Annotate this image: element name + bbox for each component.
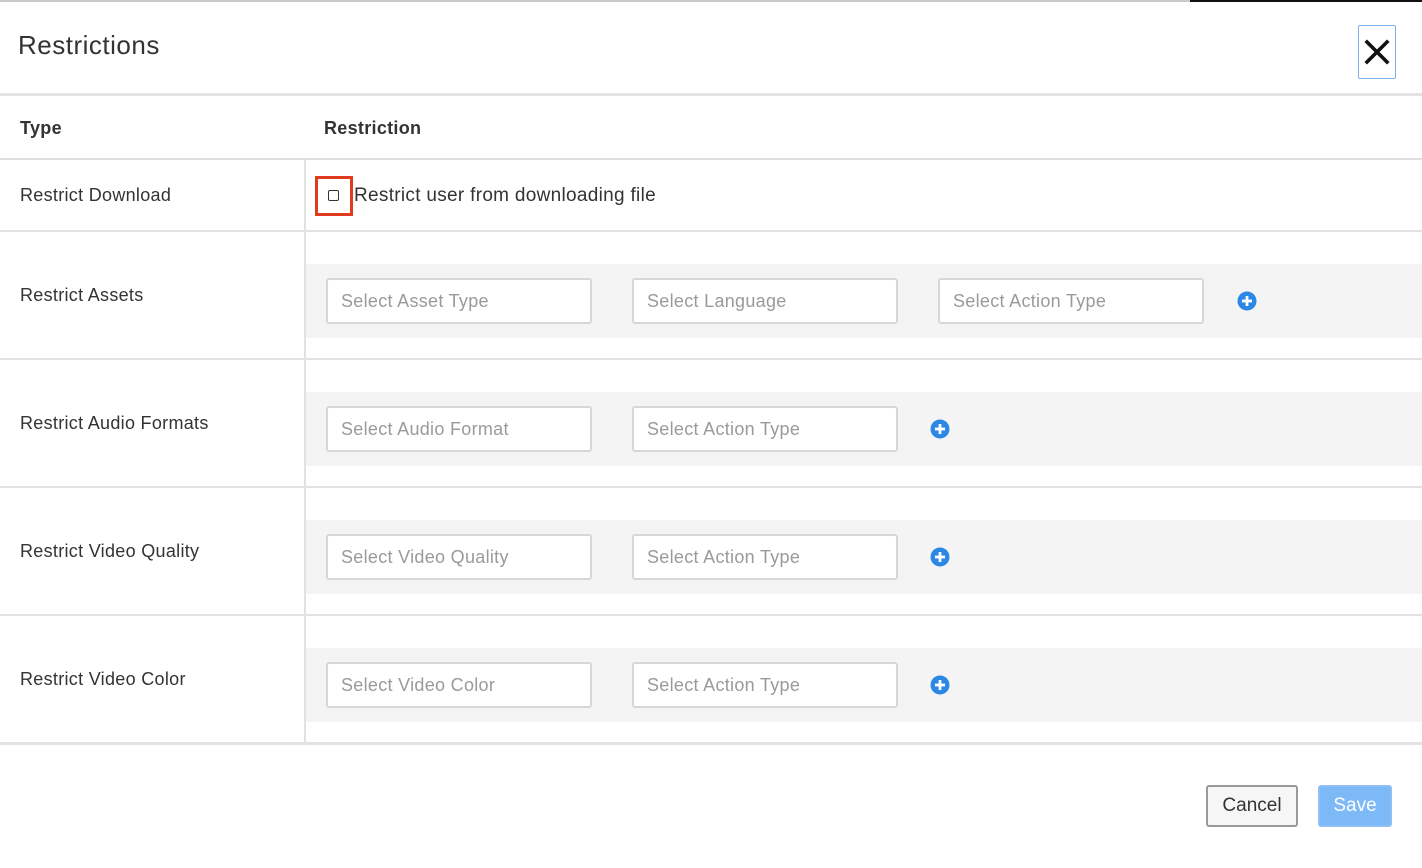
video-color-select[interactable]: Select Video Color	[326, 662, 592, 708]
add-asset-restriction-icon[interactable]	[1237, 291, 1257, 311]
row-restrict-download: Restrict Download	[0, 160, 1422, 230]
row-restrict-audio-formats: Restrict Audio Formats Select Audio Form…	[0, 360, 1422, 486]
row-label-restrict-audio-formats: Restrict Audio Formats	[20, 413, 209, 433]
language-select[interactable]: Select Language	[632, 278, 898, 324]
restrict-assets-panel: Select Asset Type Select Language Select…	[306, 264, 1422, 338]
close-button[interactable]	[1358, 25, 1396, 79]
column-header-type: Type	[20, 118, 62, 138]
row-label-restrict-video-color: Restrict Video Color	[20, 669, 186, 689]
table-header: Type Restriction	[0, 96, 1422, 158]
row-label-restrict-video-quality: Restrict Video Quality	[20, 541, 200, 561]
audio-action-type-select[interactable]: Select Action Type	[632, 406, 898, 452]
column-header-restriction: Restriction	[324, 118, 422, 138]
restrict-audio-panel: Select Audio Format Select Action Type	[306, 392, 1422, 466]
restrict-download-checkbox-label[interactable]: Restrict user from downloading file	[354, 185, 656, 207]
restrict-video-quality-panel: Select Video Quality Select Action Type	[306, 520, 1422, 594]
video-color-action-type-select[interactable]: Select Action Type	[632, 662, 898, 708]
asset-type-select[interactable]: Select Asset Type	[326, 278, 592, 324]
add-video-quality-restriction-icon[interactable]	[930, 547, 950, 567]
dialog-header: Restrictions	[0, 2, 1422, 94]
cancel-button[interactable]: Cancel	[1206, 785, 1298, 827]
footer-divider	[0, 742, 1422, 745]
video-quality-action-type-select[interactable]: Select Action Type	[632, 534, 898, 580]
row-label-restrict-assets: Restrict Assets	[20, 285, 144, 305]
restrict-download-checkbox[interactable]	[328, 190, 339, 201]
row-restrict-assets: Restrict Assets Select Asset Type Select…	[0, 232, 1422, 358]
asset-action-type-select[interactable]: Select Action Type	[938, 278, 1204, 324]
row-restrict-video-quality: Restrict Video Quality Select Video Qual…	[0, 488, 1422, 614]
restrict-video-color-panel: Select Video Color Select Action Type	[306, 648, 1422, 722]
save-button[interactable]: Save	[1318, 785, 1392, 827]
download-checkbox-highlight	[315, 176, 353, 216]
dialog-title: Restrictions	[18, 30, 160, 60]
add-video-color-restriction-icon[interactable]	[930, 675, 950, 695]
row-restrict-video-color: Restrict Video Color Select Video Color …	[0, 616, 1422, 742]
video-quality-select[interactable]: Select Video Quality	[326, 534, 592, 580]
add-audio-restriction-icon[interactable]	[930, 419, 950, 439]
row-label-restrict-download: Restrict Download	[20, 185, 172, 205]
close-icon	[1364, 39, 1390, 65]
audio-format-select[interactable]: Select Audio Format	[326, 406, 592, 452]
